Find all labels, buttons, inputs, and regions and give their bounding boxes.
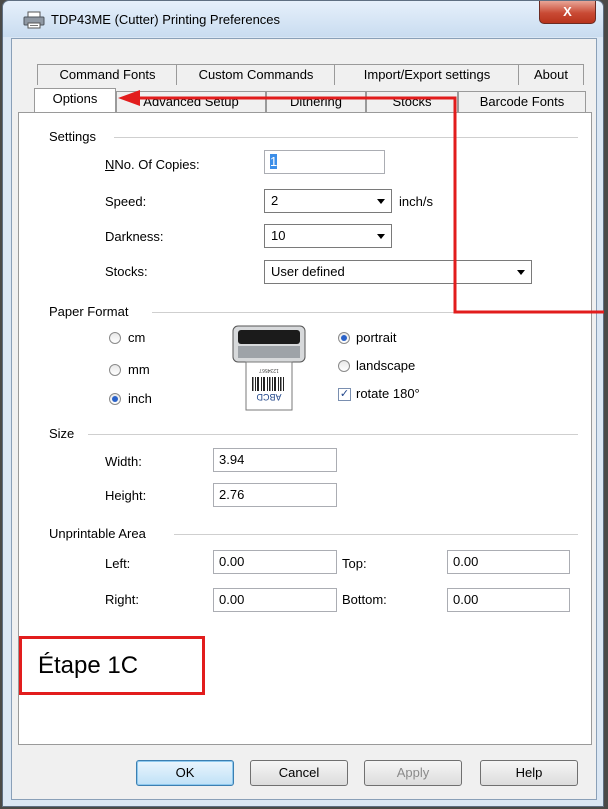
tab-import-export-settings[interactable]: Import/Export settings [334, 64, 520, 85]
label-preview-text: ABCD [256, 392, 282, 402]
tab-options[interactable]: Options [34, 88, 116, 112]
unprintable-separator [174, 534, 578, 535]
orientation-portrait-radio[interactable] [338, 332, 350, 344]
tab-advanced-setup[interactable]: Advanced Setup [116, 91, 266, 112]
chevron-down-icon [377, 199, 385, 204]
settings-separator [114, 137, 578, 138]
tab-command-fonts[interactable]: Command Fonts [37, 64, 178, 85]
right-input[interactable]: 0.00 [213, 588, 337, 612]
unit-mm-label: mm [128, 362, 150, 377]
unit-mm-radio[interactable] [109, 364, 121, 376]
orientation-portrait-label: portrait [356, 330, 397, 345]
paper-format-group-title: Paper Format [49, 304, 135, 319]
bottom-input[interactable]: 0.00 [447, 588, 570, 612]
label-preview-code: 1234567 [259, 367, 279, 373]
height-label: Height: [105, 488, 147, 503]
left-label: Left: [105, 556, 131, 571]
unit-inch-label: inch [128, 391, 152, 406]
settings-group-title: Settings [49, 129, 102, 144]
chevron-down-icon [377, 234, 385, 239]
tab-dithering[interactable]: Dithering [266, 91, 366, 112]
tab-about[interactable]: About [518, 64, 584, 85]
ok-button[interactable]: OK [136, 760, 234, 786]
copies-label: NNo. Of Copies: [105, 157, 200, 172]
tab-custom-commands[interactable]: Custom Commands [176, 64, 336, 85]
tab-barcode-fonts[interactable]: Barcode Fonts [458, 91, 586, 112]
close-button[interactable]: X [539, 1, 596, 24]
label-printer-preview-image: 1234567 ABCD [232, 325, 306, 411]
unprintable-group-title: Unprintable Area [49, 526, 152, 541]
speed-select[interactable]: 2 [264, 189, 392, 213]
speed-label: Speed: [105, 194, 147, 209]
unit-cm-radio[interactable] [109, 332, 121, 344]
window-title: TDP43ME (Cutter) Printing Preferences [51, 12, 281, 27]
help-button[interactable]: Help [480, 760, 578, 786]
stocks-select[interactable]: User defined [264, 260, 532, 284]
left-input[interactable]: 0.00 [213, 550, 337, 574]
bottom-label: Bottom: [342, 592, 387, 607]
chevron-down-icon [517, 270, 525, 275]
orientation-landscape-radio[interactable] [338, 360, 350, 372]
width-input[interactable]: 3.94 [213, 448, 337, 472]
stocks-label: Stocks: [105, 264, 148, 279]
speed-unit: inch/s [399, 194, 433, 209]
copies-input[interactable]: 1 [264, 150, 385, 174]
top-input[interactable]: 0.00 [447, 550, 570, 574]
height-input[interactable]: 2.76 [213, 483, 337, 507]
unit-inch-radio[interactable] [109, 393, 121, 405]
orientation-landscape-label: landscape [356, 358, 416, 373]
printer-icon [23, 11, 45, 29]
cancel-button[interactable]: Cancel [250, 760, 348, 786]
rotate-180-checkbox[interactable]: ✓ [338, 388, 351, 401]
title-bar[interactable]: TDP43ME (Cutter) Printing Preferences X [3, 1, 603, 37]
width-label: Width: [105, 454, 142, 469]
top-label: Top: [342, 556, 367, 571]
step-annotation-box: Étape 1C [19, 636, 205, 695]
size-separator [88, 434, 578, 435]
paper-format-separator [152, 312, 578, 313]
darkness-label: Darkness: [105, 229, 164, 244]
apply-button[interactable]: Apply [364, 760, 462, 786]
tab-stocks[interactable]: Stocks [366, 91, 458, 112]
rotate-180-label: rotate 180° [356, 386, 420, 401]
size-group-title: Size [49, 426, 81, 441]
darkness-select[interactable]: 10 [264, 224, 392, 248]
unit-cm-label: cm [128, 330, 146, 345]
right-label: Right: [105, 592, 139, 607]
